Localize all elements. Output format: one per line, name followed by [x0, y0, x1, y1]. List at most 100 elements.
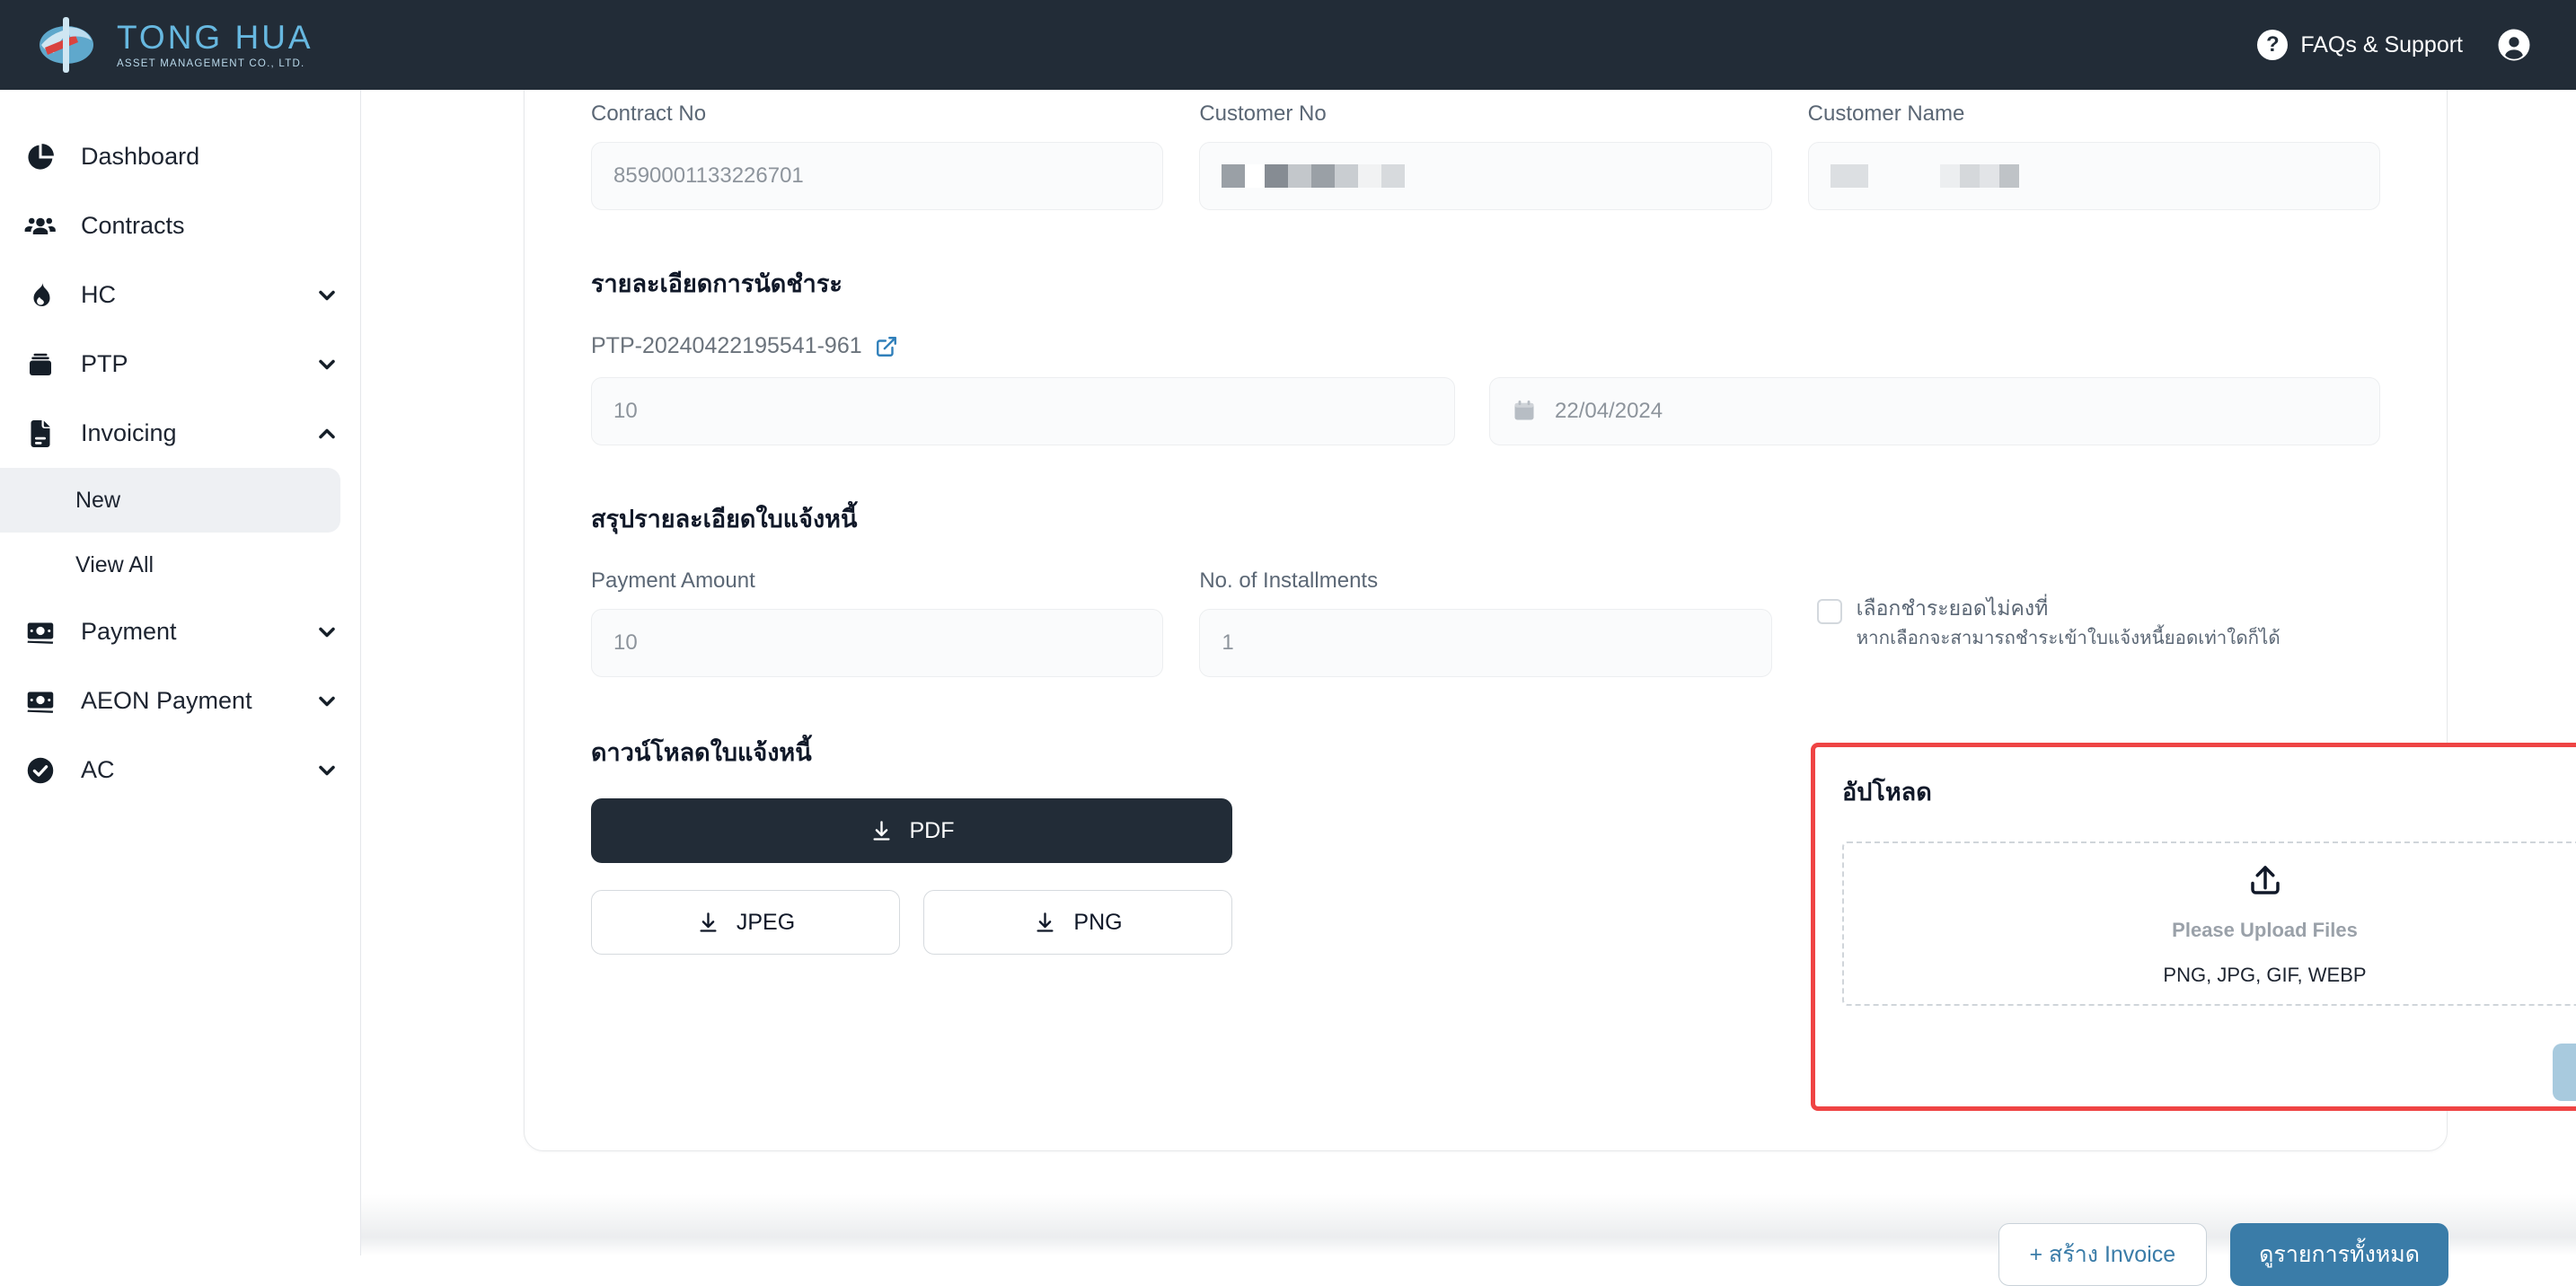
variable-amount-title: เลือกชำระยอดไม่คงที่: [1857, 595, 2280, 621]
ptp-amount-input[interactable]: 10: [591, 377, 1455, 445]
chevron-down-icon[interactable]: [313, 688, 340, 715]
sidebar-item-aeon-payment[interactable]: AEON Payment: [0, 666, 360, 735]
sidebar-item-ptp[interactable]: PTP: [0, 330, 360, 399]
chevron-down-icon[interactable]: [313, 619, 340, 646]
sidebar-item-invoicing[interactable]: Invoicing: [0, 399, 360, 468]
upload-dropzone[interactable]: Please Upload Files PNG, JPG, GIF, WEBP: [1842, 841, 2576, 1006]
account-circle-icon[interactable]: [2495, 26, 2533, 64]
ptp-date-value: 22/04/2024: [1555, 399, 1663, 424]
chevron-up-icon[interactable]: [313, 420, 340, 447]
payment-amount-field: Payment Amount 10: [591, 568, 1163, 677]
tonghua-logo-icon: [36, 15, 104, 75]
ptp-section-title: รายละเอียดการนัดชำระ: [591, 264, 2380, 303]
upload-panel: อัปโหลด Please Upload Files PNG, JPG, GI…: [1811, 743, 2576, 1111]
ptp-date-input[interactable]: 22/04/2024: [1489, 377, 2380, 445]
download-png-button[interactable]: PNG: [923, 890, 1232, 955]
box-icon: [20, 344, 61, 385]
sidebar-item-label: Dashboard: [81, 143, 340, 171]
pie-chart-icon: [20, 137, 61, 178]
sidebar-item-label: PTP: [81, 350, 313, 378]
contract-no-field: Contract No 8590001133226701: [591, 101, 1163, 210]
upload-primary-text: Please Upload Files: [2172, 919, 2358, 942]
invoice-summary-row: Payment Amount 10 No. of Installments 1 …: [591, 568, 2380, 677]
download-pdf-button[interactable]: PDF: [591, 798, 1232, 863]
sidebar-item-hc[interactable]: HC: [0, 260, 360, 330]
external-link-icon[interactable]: [875, 335, 898, 358]
sidebar-item-label: HC: [81, 281, 313, 309]
invoice-summary-title: สรุปรายละเอียดใบแจ้งหนี้: [591, 499, 2380, 538]
help-question-icon: ?: [2257, 30, 2288, 60]
sidebar-item-dashboard[interactable]: Dashboard: [0, 122, 360, 191]
ptp-amount-field: 10: [591, 377, 1455, 445]
download-jpeg-button[interactable]: JPEG: [591, 890, 900, 955]
contract-no-input[interactable]: 8590001133226701: [591, 142, 1163, 210]
customer-name-input[interactable]: [1808, 142, 2380, 210]
download-pdf-label: PDF: [910, 818, 955, 844]
chevron-down-icon[interactable]: [313, 351, 340, 378]
chevron-down-icon[interactable]: [313, 282, 340, 309]
redacted-value: [1222, 164, 1405, 188]
payment-amount-input[interactable]: 10: [591, 609, 1163, 677]
customer-no-input[interactable]: [1199, 142, 1771, 210]
faqs-support-label: FAQs & Support: [2300, 32, 2463, 58]
redacted-value: [1831, 164, 2019, 188]
variable-amount-checkbox[interactable]: [1817, 599, 1842, 624]
payment-amount-label: Payment Amount: [591, 568, 1163, 594]
brand-logo[interactable]: TONG HUA ASSET MANAGEMENT CO., LTD.: [36, 15, 313, 75]
sidebar-item-ac[interactable]: AC: [0, 735, 360, 805]
variable-amount-subtitle: หากเลือกจะสามารถชำระเข้าใบแจ้งหนี้ยอดเท่…: [1857, 626, 2280, 651]
contract-no-label: Contract No: [591, 101, 1163, 127]
sidebar-item-label: AC: [81, 756, 313, 784]
customer-name-label: Customer Name: [1808, 101, 2380, 127]
customer-name-field: Customer Name: [1808, 101, 2380, 210]
faqs-support-button[interactable]: ? FAQs & Support: [2257, 30, 2463, 60]
sidebar-subitem-label: View All: [75, 552, 154, 578]
top-bar-actions: ? FAQs & Support: [2257, 26, 2533, 64]
contract-customer-row: Contract No 8590001133226701 Customer No: [591, 101, 2380, 210]
download-icon: [696, 911, 720, 935]
sidebar-subitem-new[interactable]: New: [0, 468, 340, 533]
sidebar-item-label: Payment: [81, 618, 313, 646]
sidebar-item-label: AEON Payment: [81, 687, 313, 715]
download-icon: [869, 819, 894, 843]
bottom-action-bar: + สร้าง Invoice ดูรายการทั้งหมด: [361, 1223, 2576, 1286]
top-bar: TONG HUA ASSET MANAGEMENT CO., LTD. ? FA…: [0, 0, 2576, 90]
flame-icon: [20, 275, 61, 316]
sidebar-subitem-view-all[interactable]: View All: [0, 533, 340, 597]
main-content: Contract No 8590001133226701 Customer No: [361, 90, 2576, 1255]
money-icon: [20, 612, 61, 653]
upload-filetypes-text: PNG, JPG, GIF, WEBP: [2163, 964, 2366, 987]
download-jpeg-label: JPEG: [737, 910, 795, 936]
brand-subtitle: ASSET MANAGEMENT CO., LTD.: [117, 59, 313, 70]
customer-no-label: Customer No: [1199, 101, 1771, 127]
installments-input[interactable]: 1: [1199, 609, 1771, 677]
people-icon: [20, 206, 61, 247]
view-all-records-button[interactable]: ดูรายการทั้งหมด: [2230, 1223, 2448, 1286]
download-png-label: PNG: [1073, 910, 1122, 936]
installments-field: No. of Installments 1: [1199, 568, 1771, 677]
sidebar-item-label: Invoicing: [81, 419, 313, 447]
check-circle-icon: [20, 750, 61, 791]
chevron-down-icon[interactable]: [313, 757, 340, 784]
variable-amount-option: เลือกชำระยอดไม่คงที่ หากเลือกจะสามารถชำร…: [1808, 568, 2380, 677]
sidebar-subitem-label: New: [75, 488, 120, 514]
document-icon: [20, 413, 61, 454]
sidebar-item-payment[interactable]: Payment: [0, 597, 360, 666]
money-icon: [20, 681, 61, 722]
ptp-id-row: PTP-20240422195541-961: [591, 333, 2380, 359]
sidebar-item-contracts[interactable]: Contracts: [0, 191, 360, 260]
download-icon: [1033, 911, 1057, 935]
sidebar: Dashboard Contracts HC: [0, 90, 361, 1255]
ptp-date-field: 22/04/2024: [1489, 377, 2380, 445]
sidebar-item-label: Contracts: [81, 212, 340, 240]
calendar-icon: [1512, 398, 1539, 425]
installments-label: No. of Installments: [1199, 568, 1771, 594]
upload-section-title: อัปโหลด: [1842, 772, 2576, 811]
customer-no-field: Customer No: [1199, 101, 1771, 210]
create-invoice-button[interactable]: + สร้าง Invoice: [1998, 1223, 2208, 1286]
ptp-values-row: 10 22/04/2024: [591, 377, 2380, 445]
brand-title: TONG HUA: [117, 21, 313, 54]
ptp-id-label: PTP-20240422195541-961: [591, 333, 862, 359]
upload-icon: [2246, 861, 2284, 899]
upload-save-button[interactable]: บันทึก: [2553, 1044, 2576, 1101]
